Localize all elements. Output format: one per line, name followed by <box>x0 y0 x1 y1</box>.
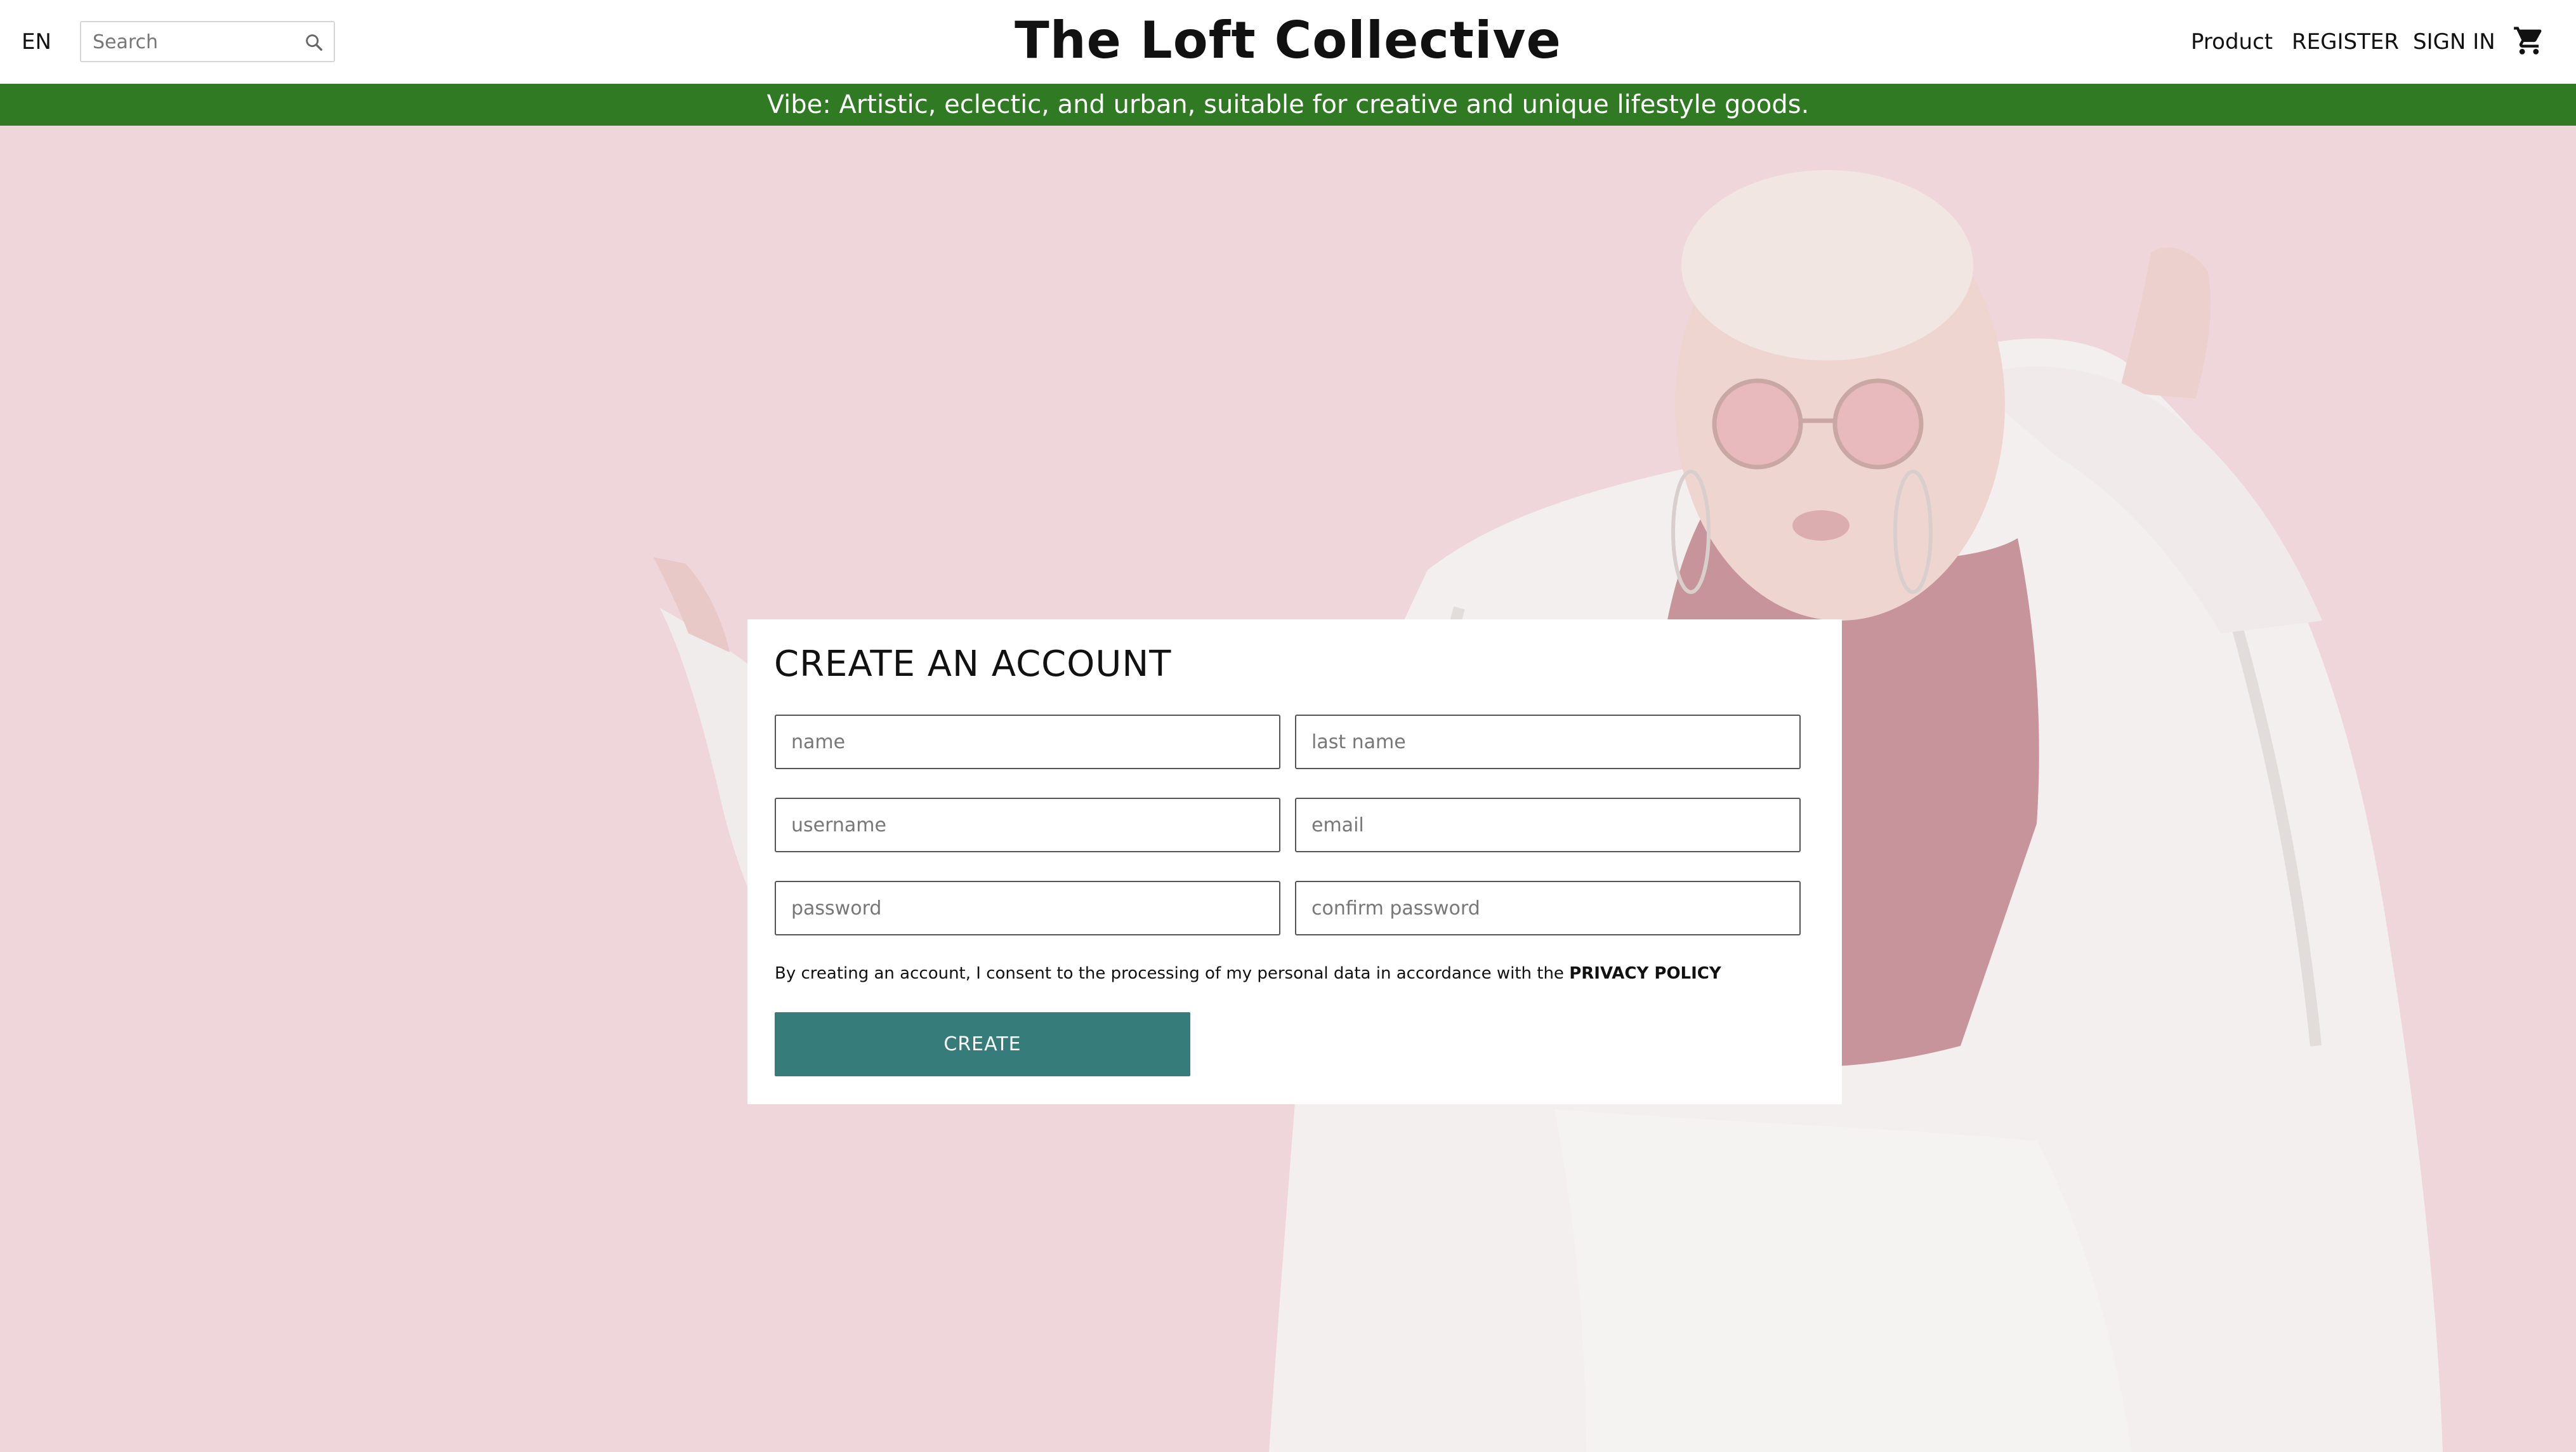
cart-icon[interactable] <box>2513 24 2546 57</box>
nav-sign-in-link[interactable]: SIGN IN <box>2413 25 2495 58</box>
confirm-password-field[interactable] <box>1295 881 1801 935</box>
create-account-button[interactable]: CREATE <box>775 1012 1190 1076</box>
password-field[interactable] <box>775 881 1280 935</box>
nav-product-link[interactable]: Product <box>2191 25 2273 58</box>
consent-notice: By creating an account, I consent to the… <box>775 961 1721 986</box>
name-field[interactable] <box>775 715 1280 769</box>
brand-logo[interactable]: The Loft Collective <box>761 9 1815 72</box>
username-field[interactable] <box>775 798 1280 852</box>
create-account-form: CREATE AN ACCOUNT By creating an account… <box>747 619 1842 1104</box>
nav-register-link[interactable]: REGISTER <box>2292 25 2399 58</box>
search-icon[interactable] <box>303 32 325 53</box>
search-box[interactable] <box>80 21 335 62</box>
last-name-field[interactable] <box>1295 715 1801 769</box>
form-title: CREATE AN ACCOUNT <box>774 644 1172 685</box>
email-field[interactable] <box>1295 798 1801 852</box>
search-input[interactable] <box>91 27 294 56</box>
privacy-policy-link[interactable]: PRIVACY POLICY <box>1569 964 1721 983</box>
consent-text: By creating an account, I consent to the… <box>775 964 1570 983</box>
vibe-banner: Vibe: Artistic, eclectic, and urban, sui… <box>0 84 2576 126</box>
language-selector[interactable]: EN <box>22 25 51 58</box>
site-header: EN The Loft Collective Product REGISTER … <box>0 0 2576 84</box>
